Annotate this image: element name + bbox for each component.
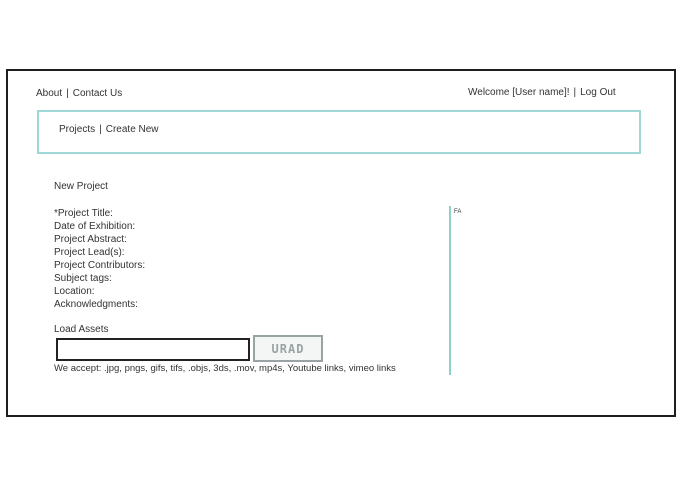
field-location[interactable]: Location:: [54, 285, 145, 298]
project-field-list: *Project Title: Date of Exhibition: Proj…: [54, 207, 145, 311]
contact-us-link[interactable]: Contact Us: [73, 88, 122, 99]
about-link[interactable]: About: [36, 88, 62, 99]
field-project-abstract[interactable]: Project Abstract:: [54, 233, 145, 246]
nav-separator: |: [66, 88, 69, 99]
accepted-formats-text: We accept: .jpg, pngs, gifs, tifs, .objs…: [54, 363, 396, 374]
field-subject-tags[interactable]: Subject tags:: [54, 272, 145, 285]
sub-nav-links: Projects | Create New: [59, 124, 159, 135]
projects-link[interactable]: Projects: [59, 124, 95, 135]
user-separator: |: [573, 87, 577, 98]
subnav-separator: |: [99, 124, 102, 135]
field-project-leads[interactable]: Project Lead(s):: [54, 246, 145, 259]
field-date-of-exhibition[interactable]: Date of Exhibition:: [54, 220, 145, 233]
field-acknowledgments[interactable]: Acknowledgments:: [54, 298, 145, 311]
welcome-text: Welcome [User name]!: [468, 87, 570, 98]
side-panel-label: FA: [454, 209, 462, 215]
upload-button[interactable]: URAD: [253, 335, 323, 362]
user-area: Welcome [User name]! | Log Out: [468, 87, 616, 98]
section-title: New Project: [54, 181, 108, 192]
top-nav: About | Contact Us: [36, 88, 122, 99]
create-new-link[interactable]: Create New: [106, 124, 159, 135]
sub-nav-bar: Projects | Create New: [37, 110, 641, 154]
field-project-contributors[interactable]: Project Contributors:: [54, 259, 145, 272]
field-project-title[interactable]: *Project Title:: [54, 207, 145, 220]
logout-link[interactable]: Log Out: [580, 87, 616, 98]
file-path-input[interactable]: [56, 338, 250, 361]
panel-divider: [449, 206, 451, 375]
load-assets-label: Load Assets: [54, 324, 109, 335]
